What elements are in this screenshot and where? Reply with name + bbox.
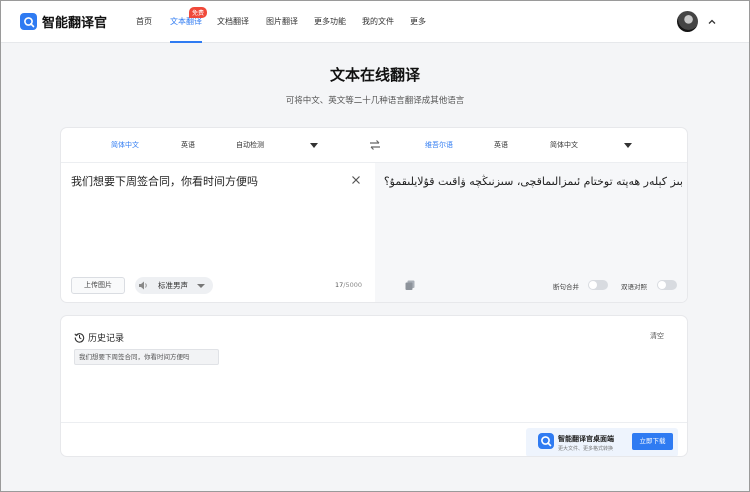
app-logo[interactable]: 智能翻译官 [20, 12, 107, 31]
voice-label: 标准男声 [158, 281, 188, 290]
char-counter: 17/5000 [335, 281, 362, 289]
logo-icon [20, 13, 37, 30]
target-lang-uyghur[interactable]: 维吾尔语 [425, 140, 453, 150]
history-item[interactable]: 我们想要下周签合同，你看时间方便吗 [74, 349, 219, 365]
nav-doc-translate[interactable]: 文档翻译 [217, 16, 249, 27]
free-badge: 免费 [189, 7, 208, 18]
chevron-down-icon [197, 284, 205, 288]
nav-more-features[interactable]: 更多功能 [314, 16, 346, 27]
history-icon [74, 333, 85, 343]
translator-panel: 简体中文 英语 自动检测 维吾尔语 英语 简体中文 我们想要下周签合同，你看时间… [60, 127, 688, 303]
target-lang-dropdown-icon[interactable] [624, 143, 632, 148]
nav-text-translate-label: 文本翻译 [170, 17, 202, 26]
page-title: 文本在线翻译 [329, 66, 420, 84]
page-subtitle: 可将中文、英文等二十几种语言翻译成其他语言 [285, 96, 465, 106]
nav-image-translate[interactable]: 图片翻译 [266, 16, 298, 27]
desktop-app-logo-icon [538, 433, 554, 449]
nav-more[interactable]: 更多 [410, 16, 426, 27]
bilingual-label: 双语对照 [621, 283, 647, 291]
chevron-up-icon[interactable] [706, 16, 718, 28]
bilingual-toggle[interactable] [657, 280, 677, 290]
sentence-merge-toggle[interactable] [588, 280, 608, 290]
speaker-icon [139, 281, 147, 290]
desktop-app-promo: 智能翻译官桌面端 更大文件、更多格式转换 立即下载 [526, 428, 678, 456]
app-name: 智能翻译官 [42, 16, 108, 31]
promo-subtitle: 更大文件、更多格式转换 [558, 446, 614, 452]
history-header: 历史记录 [74, 331, 124, 344]
source-text-input[interactable]: 我们想要下周签合同，你看时间方便吗 [71, 174, 341, 190]
source-lang-english[interactable]: 英语 [181, 140, 195, 150]
close-icon[interactable] [351, 175, 361, 185]
nav-home[interactable]: 首页 [136, 16, 152, 27]
copy-icon[interactable] [404, 279, 416, 291]
divider [61, 422, 687, 423]
source-lang-chinese[interactable]: 简体中文 [111, 140, 139, 150]
char-limit: /5000 [343, 281, 363, 289]
clear-history-button[interactable]: 清空 [650, 331, 664, 341]
avatar[interactable] [677, 11, 698, 32]
target-lang-chinese[interactable]: 简体中文 [550, 140, 578, 150]
source-lang-auto[interactable]: 自动检测 [236, 140, 264, 150]
history-title: 历史记录 [88, 334, 125, 344]
translation-output: بىز كېلەر ھەپتە توختام ئىمزالىماقچى، سىز… [383, 175, 683, 188]
download-button[interactable]: 立即下载 [632, 433, 673, 450]
active-tab-indicator [170, 41, 202, 43]
target-lang-english[interactable]: 英语 [494, 140, 508, 150]
voice-select[interactable]: 标准男声 [135, 277, 213, 294]
swap-icon[interactable] [368, 138, 382, 152]
promo-title: 智能翻译官桌面端 [558, 435, 614, 443]
history-panel: 历史记录 清空 我们想要下周签合同，你看时间方便吗 智能翻译官桌面端 更大文件、… [60, 315, 688, 457]
sentence-merge-label: 断句合并 [553, 283, 579, 291]
top-navbar: 智能翻译官 首页 文本翻译 免费 文档翻译 图片翻译 更多功能 我的文件 更多 [1, 1, 749, 43]
language-bar: 简体中文 英语 自动检测 维吾尔语 英语 简体中文 [61, 128, 687, 163]
source-lang-dropdown-icon[interactable] [310, 143, 318, 148]
upload-image-button[interactable]: 上传图片 [71, 277, 125, 294]
nav-my-files[interactable]: 我的文件 [362, 16, 394, 27]
